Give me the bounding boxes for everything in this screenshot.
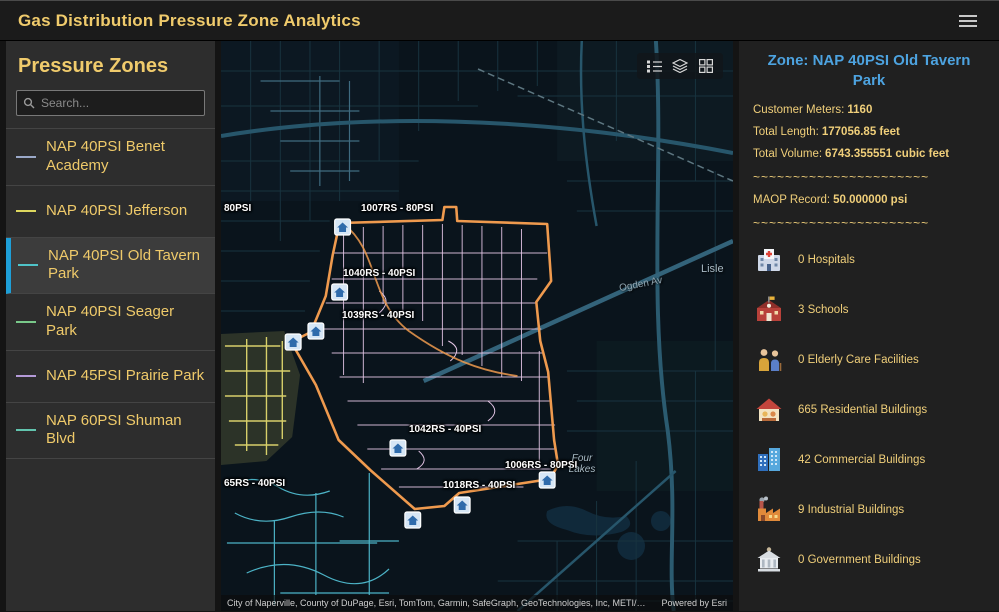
residential-icon	[753, 394, 785, 426]
zone-line-icon	[16, 210, 36, 212]
facility-label: 3 Schools	[798, 304, 849, 316]
stat-label: Total Length:	[753, 126, 819, 138]
zone-list: NAP 40PSI Benet Academy NAP 40PSI Jeffer…	[6, 128, 215, 459]
zone-search[interactable]	[16, 90, 205, 116]
government-icon	[753, 544, 785, 576]
meter-station-marker[interactable]	[332, 284, 348, 300]
stat-value: 1160	[847, 104, 872, 116]
zone-item-prairie-park[interactable]: NAP 45PSI Prairie Park	[6, 351, 215, 403]
facility-label: 0 Government Buildings	[798, 554, 921, 566]
meter-station-marker[interactable]	[539, 472, 555, 488]
facility-residential: 665 Residential Buildings	[753, 390, 985, 431]
stat-maop-record: MAOP Record:50.000000 psi	[753, 194, 985, 206]
sidebar-title: Pressure Zones	[6, 41, 215, 88]
meter-station-marker[interactable]	[335, 219, 351, 235]
meter-station-marker[interactable]	[454, 497, 470, 513]
facility-label: 42 Commercial Buildings	[798, 454, 925, 466]
meter-station-marker[interactable]	[390, 440, 406, 456]
layers-button[interactable]	[669, 57, 691, 75]
layers-icon	[672, 59, 688, 73]
zone-item-benet-academy[interactable]: NAP 40PSI Benet Academy	[6, 129, 215, 186]
zone-details-title: Zone: NAP 40PSI Old Tavern Park	[753, 51, 985, 92]
zone-item-jefferson[interactable]: NAP 40PSI Jefferson	[6, 186, 215, 238]
facility-industrial: 9 Industrial Buildings	[753, 490, 985, 531]
hospital-icon	[753, 244, 785, 276]
map-attribution: City of Naperville, County of DuPage, Es…	[221, 595, 733, 611]
zone-item-old-tavern-park[interactable]: NAP 40PSI Old Tavern Park	[6, 238, 215, 295]
zone-details-panel: Zone: NAP 40PSI Old Tavern Park Customer…	[739, 41, 999, 611]
zone-item-label: NAP 60PSI Shuman Blvd	[46, 412, 205, 450]
meter-station-marker[interactable]	[405, 512, 421, 528]
facility-label: 0 Elderly Care Facilities	[798, 354, 919, 366]
stat-label: MAOP Record:	[753, 194, 830, 206]
zone-item-label: NAP 40PSI Seager Park	[46, 303, 205, 341]
stat-customer-meters: Customer Meters:1160	[753, 104, 985, 116]
powered-by-esri[interactable]: Powered by Esri	[661, 598, 727, 608]
facility-label: 0 Hospitals	[798, 254, 855, 266]
legend-list-icon	[647, 60, 662, 73]
tilde-divider: ~~~~~~~~~~~~~~~~~~~~~~	[753, 170, 985, 184]
zone-item-shuman-blvd[interactable]: NAP 60PSI Shuman Blvd	[6, 403, 215, 460]
map-view[interactable]: 1007RS - 80PSI 1040RS - 40PSI 1039RS - 4…	[221, 41, 733, 611]
basemap-button[interactable]	[695, 57, 717, 75]
app-header: Gas Distribution Pressure Zone Analytics	[0, 0, 999, 41]
stat-total-volume: Total Volume:6743.355551 cubic feet	[753, 148, 985, 160]
meter-station-marker[interactable]	[308, 323, 324, 339]
facility-hospitals: 0 Hospitals	[753, 240, 985, 281]
stat-label: Total Volume:	[753, 148, 822, 160]
zone-item-label: NAP 40PSI Jefferson	[46, 202, 187, 221]
zone-item-label: NAP 40PSI Benet Academy	[46, 138, 205, 176]
search-input[interactable]	[41, 96, 198, 110]
stat-value: 6743.355551 cubic feet	[825, 148, 949, 160]
main-content: Pressure Zones NAP 40PSI Benet Academy N…	[0, 41, 999, 611]
school-icon	[753, 294, 785, 326]
elderly-care-icon	[753, 344, 785, 376]
zone-line-icon	[18, 264, 38, 266]
zone-line-icon	[16, 375, 36, 377]
stat-value: 177056.85 feet	[822, 126, 900, 138]
zone-item-seager-park[interactable]: NAP 40PSI Seager Park	[6, 294, 215, 351]
zone-item-label: NAP 40PSI Old Tavern Park	[48, 247, 205, 285]
basemap-grid-icon	[699, 59, 713, 73]
facility-commercial: 42 Commercial Buildings	[753, 440, 985, 481]
basemap	[221, 41, 733, 611]
zone-line-icon	[16, 429, 36, 431]
facility-label: 9 Industrial Buildings	[798, 504, 904, 516]
legend-button[interactable]	[643, 57, 665, 75]
search-icon	[23, 97, 35, 109]
industrial-icon	[753, 494, 785, 526]
stat-total-length: Total Length:177056.85 feet	[753, 126, 985, 138]
tilde-divider: ~~~~~~~~~~~~~~~~~~~~~~	[753, 216, 985, 230]
facility-label: 665 Residential Buildings	[798, 404, 927, 416]
app-title: Gas Distribution Pressure Zone Analytics	[18, 11, 361, 31]
menu-button[interactable]	[955, 11, 981, 31]
zone-line-icon	[16, 321, 36, 323]
attribution-text: City of Naperville, County of DuPage, Es…	[227, 598, 651, 608]
stat-label: Customer Meters:	[753, 104, 844, 116]
zone-item-label: NAP 45PSI Prairie Park	[46, 367, 204, 386]
meter-station-marker[interactable]	[285, 334, 301, 350]
pressure-zones-panel: Pressure Zones NAP 40PSI Benet Academy N…	[6, 41, 215, 611]
zone-line-icon	[16, 156, 36, 158]
hamburger-icon	[959, 15, 977, 17]
map-toolbar	[637, 53, 723, 79]
facility-elderly-care: 0 Elderly Care Facilities	[753, 340, 985, 381]
stat-value: 50.000000 psi	[833, 194, 907, 206]
facility-schools: 3 Schools	[753, 290, 985, 331]
commercial-icon	[753, 444, 785, 476]
facility-government: 0 Government Buildings	[753, 540, 985, 581]
